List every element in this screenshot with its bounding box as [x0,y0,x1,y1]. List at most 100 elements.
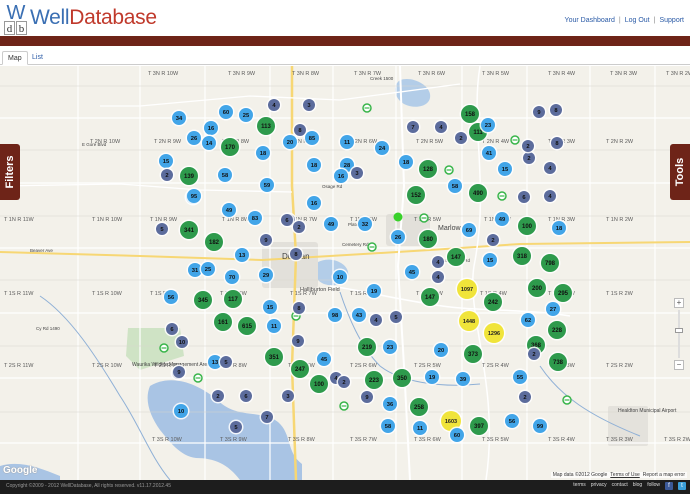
well-cluster[interactable]: 6 [516,189,532,205]
well-cluster[interactable]: 19 [365,282,383,300]
well-cluster[interactable]: 9 [531,104,547,120]
well-cluster[interactable]: 69 [460,221,478,239]
well-cluster[interactable]: 2 [453,130,469,146]
well-cluster[interactable]: 15 [261,298,279,316]
well-cluster[interactable]: 23 [479,116,497,134]
well-cluster[interactable]: 100 [516,215,538,237]
well-cluster[interactable]: 8 [548,102,564,118]
well-cluster[interactable]: 242 [482,291,504,313]
well-cluster[interactable]: 11 [338,133,356,151]
well-cluster[interactable]: 373 [462,343,484,365]
support-link[interactable]: Support [659,17,684,24]
well-cluster[interactable]: 20 [281,133,299,151]
well-cluster[interactable]: 26 [389,228,407,246]
twitter-icon[interactable]: t [678,482,686,490]
well-cluster[interactable]: 170 [219,136,241,158]
well-cluster[interactable]: 5 [218,354,234,370]
well-cluster[interactable]: 98 [326,306,344,324]
well-cluster[interactable]: 18 [550,219,568,237]
well-cluster[interactable]: 11 [411,419,429,437]
well-cluster[interactable]: 13 [233,246,251,264]
well-cluster[interactable]: 7 [259,409,275,425]
well-cluster[interactable]: 45 [315,350,333,368]
well-cluster[interactable]: 3 [349,165,365,181]
well-cluster[interactable]: 223 [363,369,385,391]
well-cluster[interactable]: 24 [373,139,391,157]
well-cluster[interactable]: 798 [539,252,561,274]
well-cluster[interactable]: 56 [162,288,180,306]
well-cluster[interactable]: 60 [217,103,235,121]
well-cluster[interactable]: 2 [520,138,536,154]
well-cluster[interactable]: 9 [258,232,274,248]
map-canvas[interactable]: T 3N R 10W T 3N R 9W T 3N R 8W T 3N R 7W T 3… [0,66,690,480]
well-cluster[interactable]: 49 [220,201,238,219]
well-cluster[interactable]: 4 [430,269,446,285]
well-cluster[interactable]: 180 [417,228,439,250]
well-cluster[interactable]: 147 [419,286,441,308]
well-cluster[interactable]: 5 [154,221,170,237]
well-cluster[interactable]: 41 [480,144,498,162]
well-cluster[interactable]: 27 [544,300,562,318]
well-cluster[interactable]: 4 [542,188,558,204]
well-cluster[interactable]: 2 [210,388,226,404]
well-cluster[interactable]: 10 [172,402,190,420]
well-cluster[interactable]: 49 [493,210,511,228]
well-cluster[interactable]: 117 [222,288,244,310]
well-cluster[interactable]: 3 [301,97,317,113]
zoom-out-button[interactable]: − [674,360,684,370]
well-cluster[interactable]: 16 [332,167,350,185]
well-cluster[interactable]: 19 [423,368,441,386]
well-cluster[interactable]: 258 [408,396,430,418]
dashboard-link[interactable]: Your Dashboard [565,17,615,24]
well-cluster[interactable]: 152 [405,184,427,206]
well-cluster[interactable]: 26 [185,129,203,147]
well-cluster[interactable]: 39 [454,370,472,388]
well-cluster[interactable]: 58 [216,166,234,184]
well-cluster[interactable]: 4 [430,254,446,270]
well-cluster[interactable]: 34 [170,109,188,127]
tab-map[interactable]: Map [2,51,28,65]
well-cluster[interactable]: 351 [263,346,285,368]
well-cluster[interactable]: 200 [526,277,548,299]
well-cluster[interactable]: 25 [237,106,255,124]
well-cluster[interactable]: 45 [403,263,421,281]
well-cluster[interactable]: 100 [308,373,330,395]
well-cluster[interactable]: 20 [432,341,450,359]
well-cluster[interactable]: 615 [236,315,258,337]
well-cluster[interactable]: 2 [291,219,307,235]
well-cluster[interactable]: 18 [305,156,323,174]
well-cluster[interactable]: 8 [288,246,304,262]
well-cluster[interactable]: 490 [467,182,489,204]
well-cluster[interactable]: 6 [238,388,254,404]
well-cluster[interactable]: 1097 [455,277,479,301]
well-cluster[interactable]: 15 [481,251,499,269]
well-cluster[interactable]: 14 [200,134,218,152]
zoom-rail[interactable] [678,310,680,358]
terms-of-use-link[interactable]: Terms of Use [610,472,639,478]
logout-link[interactable]: Log Out [625,17,650,24]
well-cluster[interactable]: 2 [526,346,542,362]
tab-list[interactable]: List [27,51,48,65]
well-cluster[interactable]: 56 [503,412,521,430]
well-cluster[interactable]: 5 [228,419,244,435]
well-cluster[interactable]: 158 [459,103,481,125]
well-cluster[interactable]: 2 [517,389,533,405]
well-cluster[interactable]: 128 [417,158,439,180]
well-cluster[interactable]: 9 [290,333,306,349]
well-cluster[interactable]: 85 [303,129,321,147]
well-cluster[interactable]: 16 [202,119,220,137]
well-cluster[interactable]: 83 [246,209,264,227]
well-cluster[interactable]: 161 [212,311,234,333]
well-cluster[interactable]: 3 [280,388,296,404]
well-cluster[interactable]: 1296 [482,321,506,345]
well-cluster[interactable]: 4 [542,160,558,176]
well-cluster[interactable]: 10 [174,334,190,350]
well-cluster[interactable]: 2 [336,374,352,390]
well-cluster[interactable]: 350 [391,367,413,389]
well-cluster[interactable]: 318 [511,245,533,267]
well-cluster[interactable]: 29 [257,266,275,284]
well-cluster[interactable]: 10 [331,268,349,286]
well-cluster[interactable]: 95 [185,187,203,205]
well-cluster[interactable]: 23 [381,338,399,356]
well-cluster[interactable]: 219 [356,336,378,358]
